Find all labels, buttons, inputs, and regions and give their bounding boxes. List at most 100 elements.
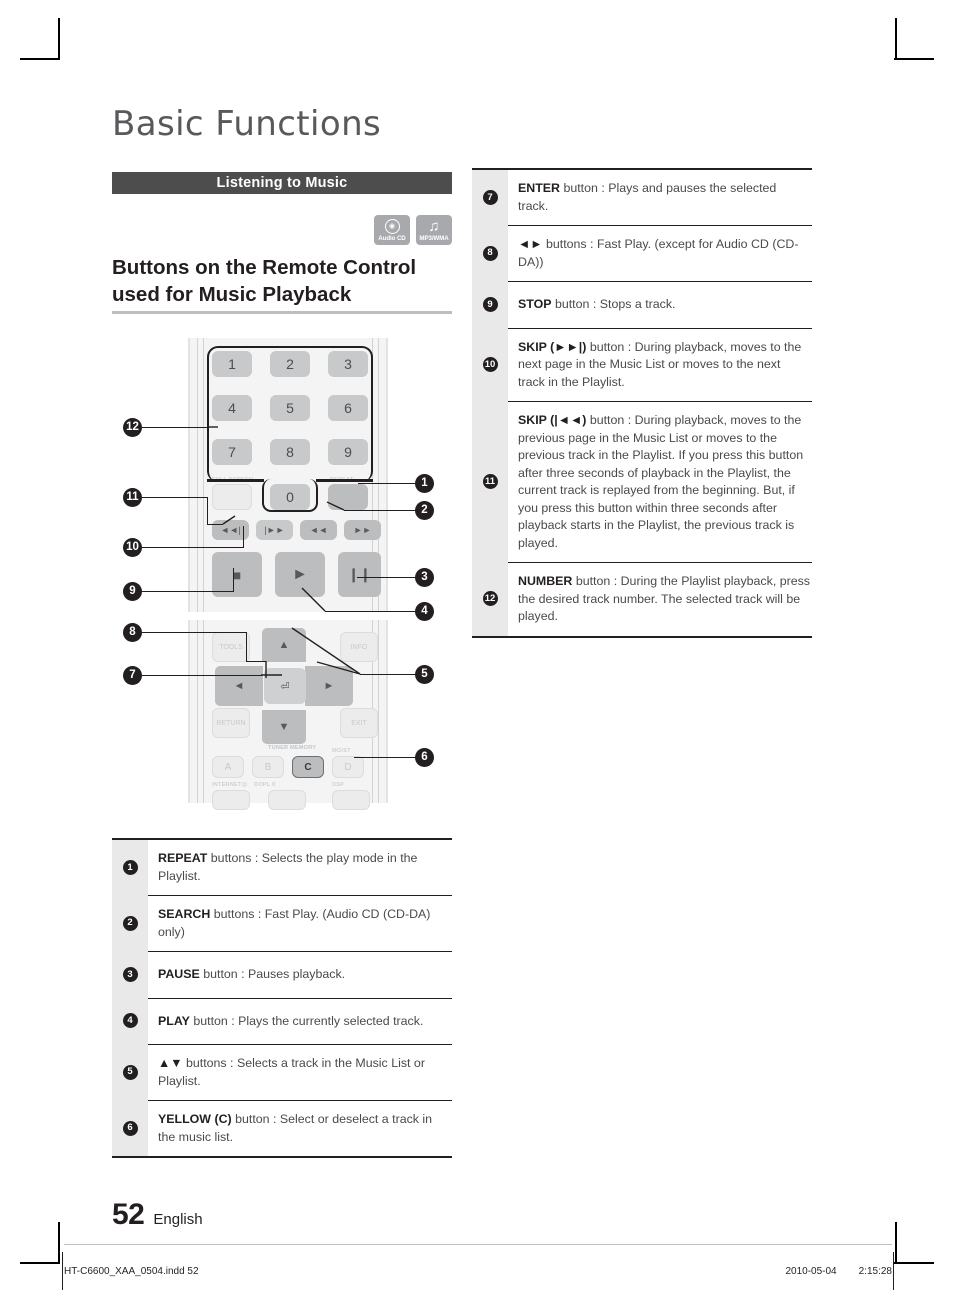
remote-key-9[interactable]: 9 — [328, 439, 368, 465]
remote-key-8[interactable]: 8 — [270, 439, 310, 465]
row-number-badge: 1 — [122, 860, 138, 875]
remote-key-enter[interactable]: ⏎ — [264, 668, 306, 704]
row-description: NUMBER button : During the Playlist play… — [508, 562, 812, 636]
remote-key-6[interactable]: 6 — [328, 395, 368, 421]
remote-key-search-fwd[interactable]: ►► — [344, 520, 381, 540]
row-number-cell: 6 — [112, 1100, 148, 1156]
row-description: PLAY button : Plays the currently select… — [148, 997, 452, 1045]
mp3-wma-icon: ♫ MP3/WMA — [416, 215, 452, 245]
leader-line — [142, 547, 244, 549]
remote-label-most: MO/ST — [332, 748, 351, 754]
row-description: ENTER button : Plays and pauses the sele… — [508, 170, 812, 225]
remote-key-internet[interactable] — [212, 790, 250, 810]
table-row: 3 PAUSE button : Pauses playback. — [112, 951, 452, 998]
remote-key-4[interactable]: 4 — [212, 395, 252, 421]
leader-line — [142, 675, 262, 677]
remote-control-image: 1 2 3 4 5 6 7 8 9 0 FULL SCREEN REPEAT ◄… — [188, 338, 388, 810]
callout-8: 8 — [123, 623, 142, 642]
row-term: NUMBER — [518, 574, 573, 588]
leader-line — [142, 591, 234, 593]
leader-line — [358, 483, 416, 485]
remote-key-tools[interactable]: TOOLS — [212, 632, 250, 662]
row-number-cell: 9 — [472, 281, 508, 328]
row-number-badge: 10 — [482, 356, 498, 372]
table-row: 6 YELLOW (C) button : Select or deselect… — [112, 1100, 452, 1156]
row-term: REPEAT — [158, 851, 208, 865]
table-row: 5 ▲▼ buttons : Selects a track in the Mu… — [112, 1044, 452, 1100]
row-text: button : Pauses playback. — [199, 967, 346, 981]
remote-key-return[interactable]: RETURN — [212, 708, 250, 738]
row-description: PAUSE button : Pauses playback. — [148, 951, 452, 998]
row-description: SKIP (|◄◄) button : During playback, mov… — [508, 401, 812, 562]
page-title: Basic Functions — [112, 104, 382, 144]
row-number-badge: 2 — [122, 915, 138, 931]
zero-key-highlight-outline — [262, 479, 318, 512]
remote-label-tuner-memory: TUNER MEMORY — [268, 745, 317, 751]
row-number-badge: 7 — [482, 190, 498, 205]
remote-key-d[interactable]: D — [332, 756, 364, 778]
button-table-left: 1 REPEAT buttons : Selects the play mode… — [112, 838, 452, 1158]
leader-line — [360, 674, 416, 676]
remote-key-2[interactable]: 2 — [270, 351, 310, 377]
leader-line — [344, 510, 416, 512]
remote-key-3[interactable]: 3 — [328, 351, 368, 377]
leader-line — [207, 497, 209, 525]
row-text: button : During playback, moves to the p… — [518, 413, 804, 550]
remote-key-info[interactable]: INFO — [340, 632, 378, 662]
row-number-cell: 4 — [112, 997, 148, 1044]
subsection-heading: Buttons on the Remote Control used for M… — [112, 256, 417, 306]
remote-key-7[interactable]: 7 — [212, 439, 252, 465]
crop-mark-tr-v — [895, 18, 897, 58]
row-description: YELLOW (C) button : Select or deselect a… — [148, 1100, 452, 1156]
remote-edge-line — [197, 620, 198, 803]
remote-key-a[interactable]: A — [212, 756, 244, 778]
table-row: 2 SEARCH buttons : Fast Play. (Audio CD … — [112, 895, 452, 951]
row-text: buttons : Fast Play. (except for Audio C… — [518, 237, 799, 269]
footer-rule — [64, 1244, 892, 1245]
remote-key-down[interactable]: ▼ — [262, 710, 306, 744]
row-number-cell: 1 — [112, 840, 148, 895]
table-row: 7 ENTER button : Plays and pauses the se… — [472, 170, 812, 225]
footer-filename: HT-C6600_XAA_0504.indd 52 — [64, 1266, 199, 1277]
crop-mark-br-v — [895, 1222, 897, 1262]
remote-control-figure: 1 2 3 4 5 6 7 8 9 0 FULL SCREEN REPEAT ◄… — [112, 330, 452, 810]
remote-key-dsp[interactable] — [332, 790, 370, 810]
row-number-badge: 12 — [482, 591, 498, 607]
remote-label-dsp: DSP — [332, 782, 345, 788]
remote-label-dolby: DOPL II — [254, 782, 276, 788]
remote-key-dolby[interactable] — [268, 790, 306, 810]
remote-key-skip-next[interactable]: |►► — [256, 520, 293, 540]
row-term: ◄► — [518, 237, 543, 251]
row-text: button : Stops a track. — [551, 297, 676, 311]
remote-key-5[interactable]: 5 — [270, 395, 310, 421]
footer-date: 2010-05-04 — [785, 1266, 837, 1277]
table-row: 1 REPEAT buttons : Selects the play mode… — [112, 840, 452, 895]
remote-key-play[interactable]: ► — [275, 552, 325, 597]
remote-key-left[interactable]: ◄ — [215, 666, 263, 706]
row-number-cell: 2 — [112, 895, 148, 951]
table-row: 4 PLAY button : Plays the currently sele… — [112, 997, 452, 1045]
remote-key-1[interactable]: 1 — [212, 351, 252, 377]
remote-key-up[interactable]: ▲ — [262, 628, 306, 662]
remote-key-pause[interactable]: ❙❙ — [338, 552, 381, 597]
remote-key-full-screen[interactable] — [212, 484, 252, 510]
footer-time: 2:15:28 — [858, 1266, 892, 1277]
row-description: REPEAT buttons : Selects the play mode i… — [148, 840, 452, 895]
callout-9: 9 — [123, 582, 142, 601]
row-term: SKIP (►►|) — [518, 339, 587, 354]
callout-7: 7 — [123, 666, 142, 685]
remote-key-repeat[interactable] — [328, 484, 368, 510]
remote-key-c-yellow[interactable]: C — [292, 756, 324, 778]
remote-key-search-rev[interactable]: ◄◄ — [300, 520, 337, 540]
section-header-label: Listening to Music — [216, 175, 348, 191]
manual-page: Basic Functions Listening to Music ◉ Aud… — [0, 0, 954, 1307]
crop-mark-bl-h — [20, 1262, 60, 1264]
remote-key-b[interactable]: B — [252, 756, 284, 778]
remote-key-right[interactable]: ► — [305, 666, 353, 706]
table-row: 8 ◄► buttons : Fast Play. (except for Au… — [472, 225, 812, 281]
leader-line — [325, 611, 416, 613]
remote-key-exit[interactable]: EXIT — [340, 708, 378, 738]
row-term: STOP — [518, 297, 552, 311]
heading-rule — [112, 311, 452, 314]
row-description: SEARCH buttons : Fast Play. (Audio CD (C… — [148, 895, 452, 951]
